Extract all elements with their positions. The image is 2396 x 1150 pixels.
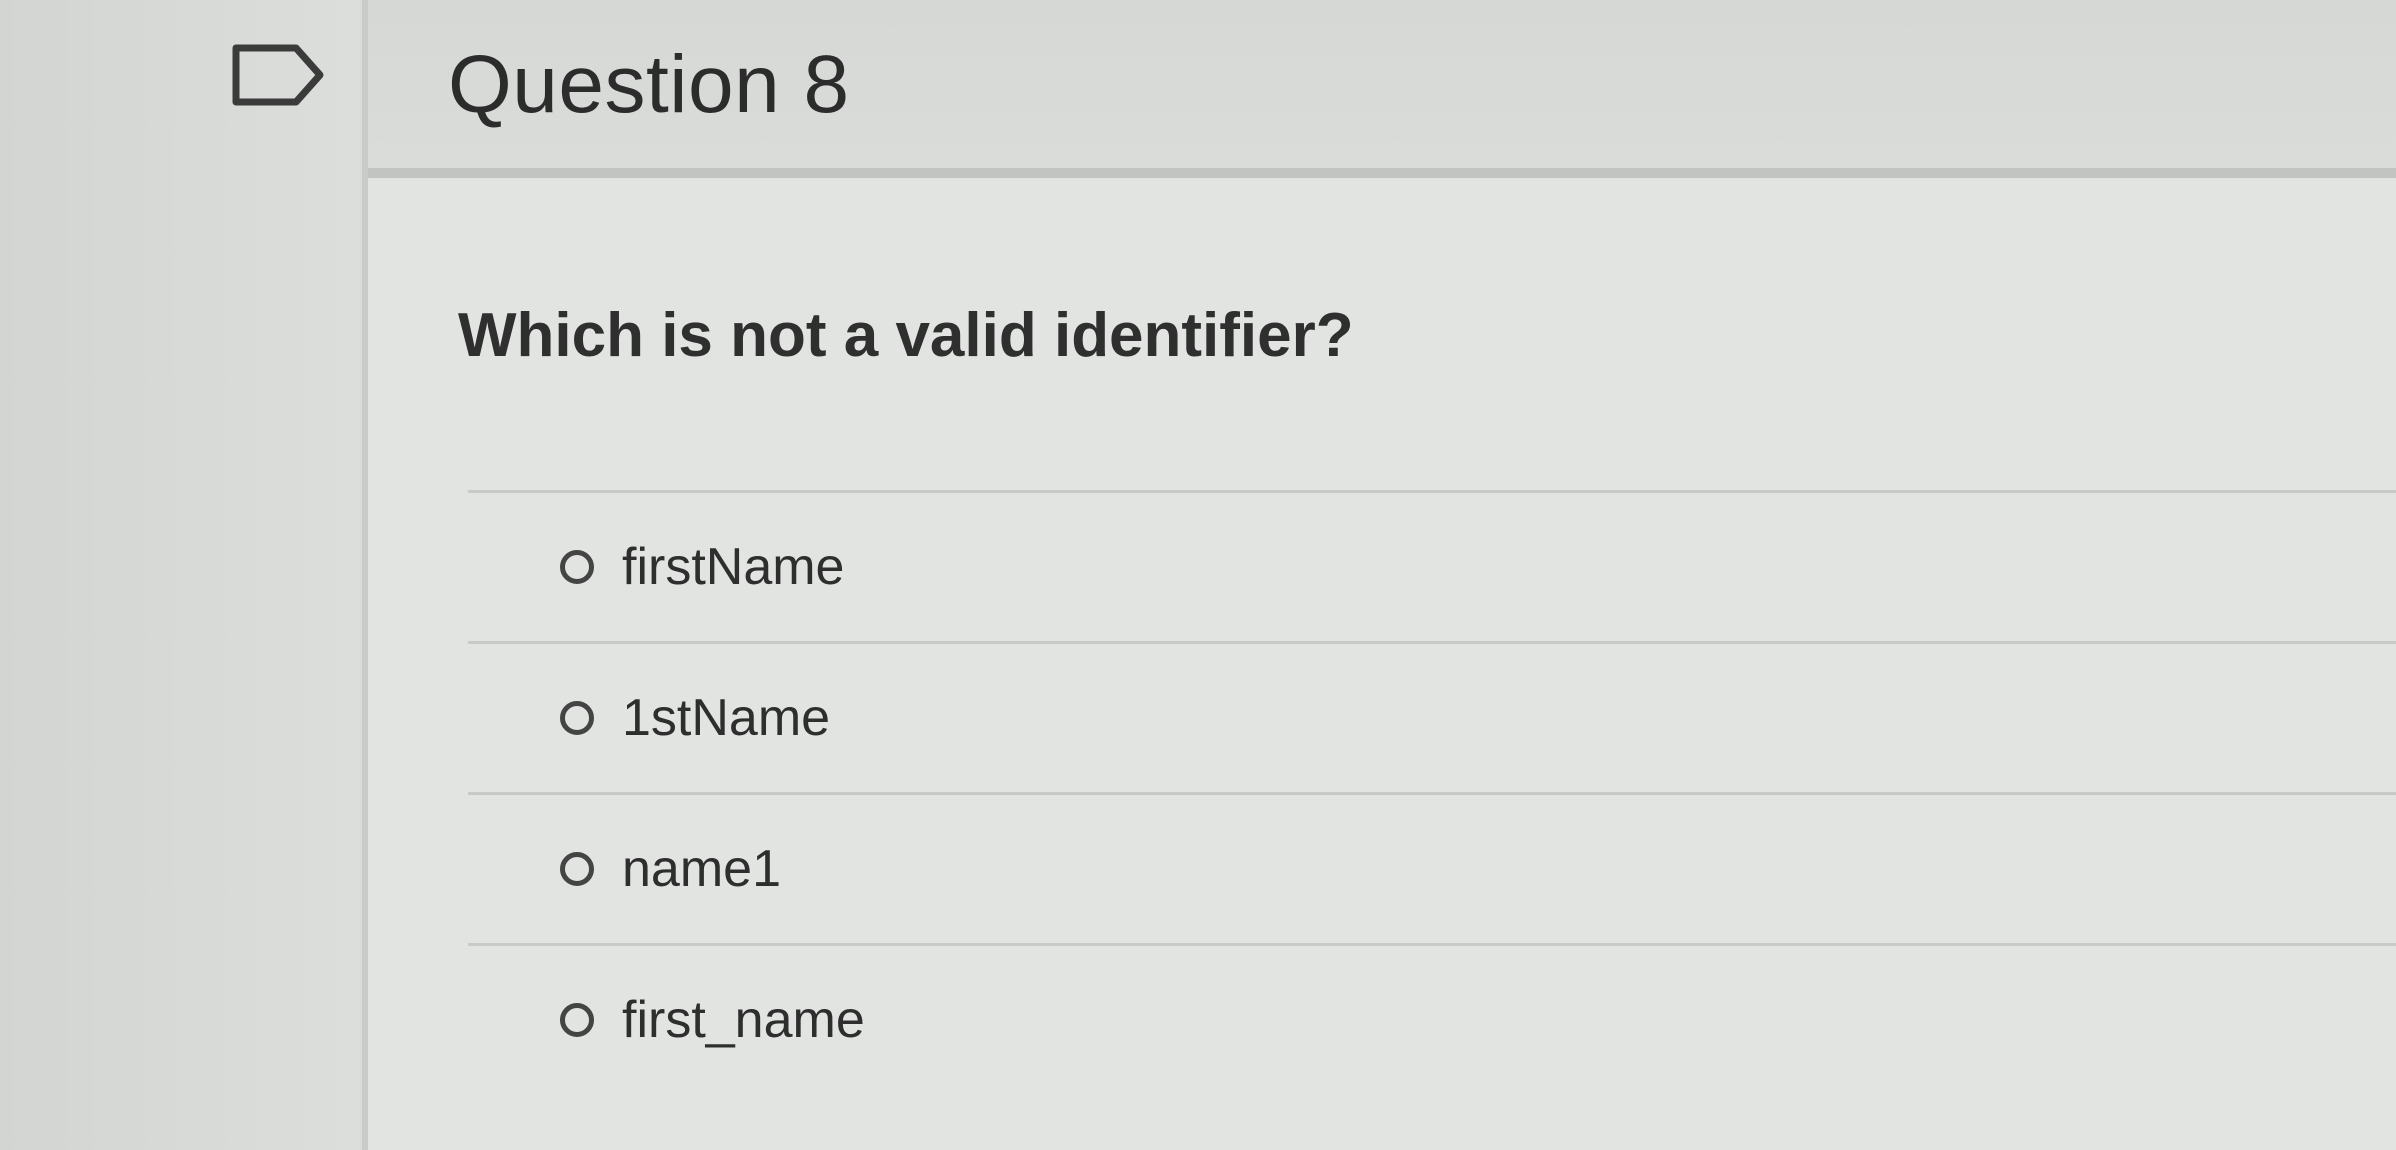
answer-label[interactable]: 1stName: [622, 688, 830, 748]
answer-label[interactable]: name1: [622, 839, 781, 899]
radio-button[interactable]: [560, 1003, 594, 1037]
radio-button[interactable]: [560, 852, 594, 886]
radio-button[interactable]: [560, 550, 594, 584]
answer-label[interactable]: firstName: [622, 537, 844, 597]
question-card: Question 8 Which is not a valid identifi…: [362, 0, 2396, 1150]
answer-option[interactable]: 1stName: [468, 641, 2396, 792]
question-header: Question 8: [368, 0, 2396, 178]
question-title: Question 8: [448, 39, 850, 130]
answer-option[interactable]: first_name: [468, 943, 2396, 1094]
question-text: Which is not a valid identifier?: [458, 301, 1354, 370]
answer-option[interactable]: firstName: [468, 490, 2396, 641]
flag-question-icon[interactable]: [230, 40, 330, 110]
answer-option[interactable]: name1: [468, 792, 2396, 943]
answer-list: firstName 1stName name1 first_name: [468, 490, 2396, 1094]
flag-icon: [232, 44, 324, 106]
radio-button[interactable]: [560, 701, 594, 735]
answer-label[interactable]: first_name: [622, 990, 865, 1050]
left-gutter: [0, 0, 360, 1150]
